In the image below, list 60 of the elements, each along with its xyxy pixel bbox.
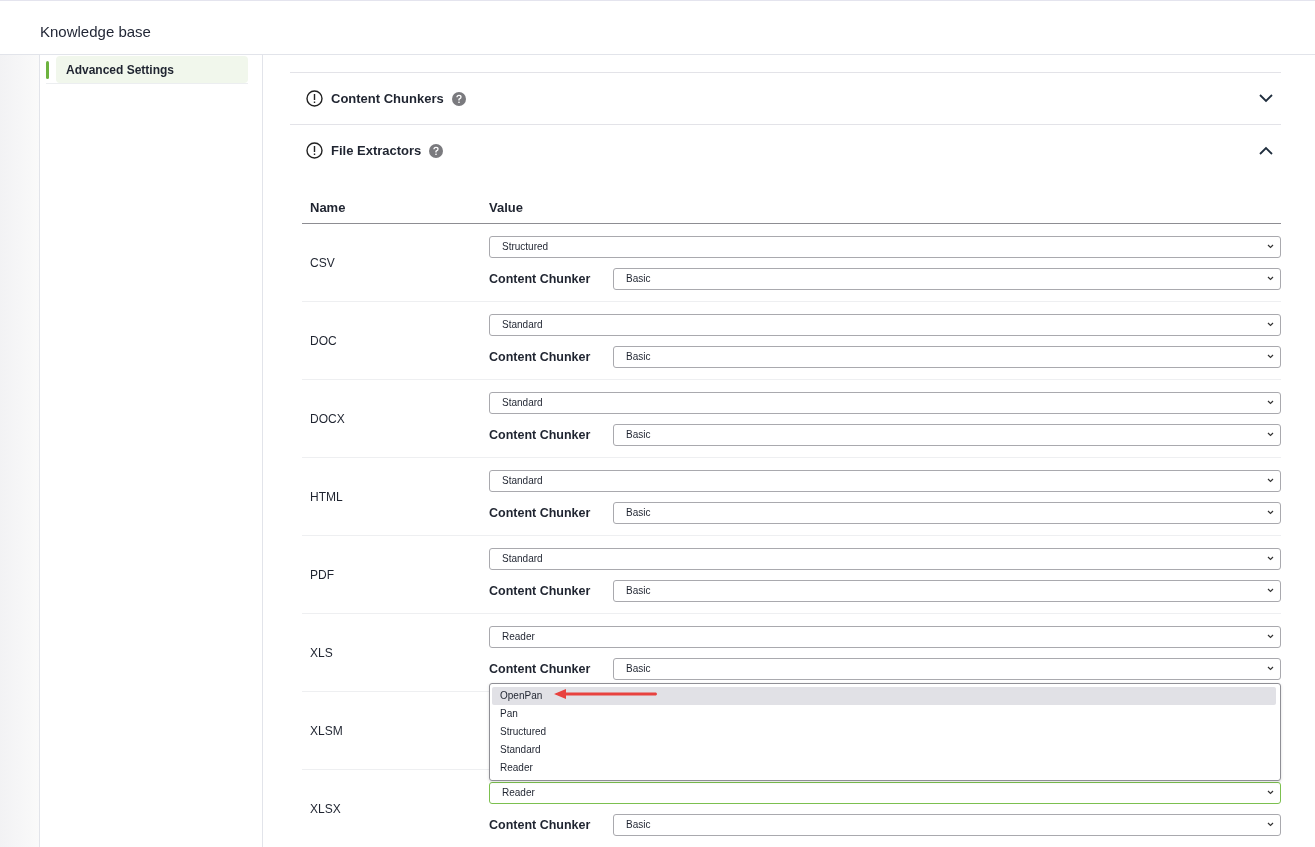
extractor-select[interactable]: Structured — [489, 235, 1281, 258]
chunker-select[interactable]: Basic — [613, 579, 1281, 602]
column-header: Value — [488, 199, 524, 215]
alert-icon — [306, 142, 323, 159]
table-cell-text: CSV — [309, 255, 336, 270]
section-title: File Extractors — [331, 143, 422, 158]
field-label: Content Chunker — [489, 349, 592, 364]
sidebar-item[interactable]: Advanced Settings — [56, 56, 248, 83]
field-label: Content Chunker — [489, 505, 592, 520]
chunker-select[interactable]: Basic — [613, 345, 1281, 368]
dropdown-option[interactable]: Reader — [492, 758, 1276, 777]
page-title: Knowledge base — [40, 22, 151, 40]
caret-icon — [1267, 510, 1274, 515]
dropdown-option[interactable]: Structured — [492, 722, 1276, 741]
table-cell-text: XLS — [309, 645, 334, 660]
chunker-select[interactable]: Basic — [613, 657, 1281, 680]
table-cell-text: HTML — [309, 489, 344, 504]
extractor-select[interactable]: Standard — [489, 313, 1281, 336]
caret-icon — [1267, 556, 1274, 561]
caret-icon — [1267, 822, 1274, 827]
caret-icon — [1267, 276, 1274, 281]
caret-icon — [1267, 790, 1274, 795]
dropdown-option[interactable]: OpenPan — [492, 686, 1276, 705]
dropdown-option[interactable]: Standard — [492, 740, 1276, 759]
field-label: Content Chunker — [489, 271, 592, 286]
extractor-select[interactable]: Standard — [489, 391, 1281, 414]
chevron-up-icon[interactable] — [1259, 146, 1273, 155]
field-label: Content Chunker — [489, 817, 592, 832]
caret-icon — [1267, 400, 1274, 405]
help-icon[interactable] — [429, 143, 444, 158]
chunker-select[interactable]: Basic — [613, 813, 1281, 836]
help-icon[interactable] — [451, 91, 466, 106]
extractor-select[interactable]: Standard — [489, 469, 1281, 492]
caret-icon — [1267, 322, 1274, 327]
table-cell-text: DOCX — [309, 411, 346, 426]
caret-icon — [1267, 588, 1274, 593]
alert-icon — [306, 90, 323, 107]
caret-icon — [1267, 666, 1274, 671]
caret-icon — [1267, 432, 1274, 437]
column-header: Name — [309, 199, 347, 215]
field-label: Content Chunker — [489, 661, 592, 676]
caret-icon — [1267, 634, 1274, 639]
field-label: Content Chunker — [489, 427, 592, 442]
extractor-select[interactable]: Reader — [489, 625, 1281, 648]
extractor-select[interactable]: Reader — [489, 781, 1281, 804]
section-title: Content Chunkers — [331, 91, 444, 106]
table-cell-text: XLSM — [309, 723, 344, 738]
chunker-select[interactable]: Basic — [613, 423, 1281, 446]
table-cell-text: PDF — [309, 567, 335, 582]
chunker-select[interactable]: Basic — [613, 267, 1281, 290]
chevron-down-icon[interactable] — [1259, 94, 1273, 103]
caret-icon — [1267, 354, 1274, 359]
caret-icon — [1267, 478, 1274, 483]
dropdown-option[interactable]: Pan — [492, 704, 1276, 723]
table-cell-text: XLSX — [309, 801, 342, 816]
caret-icon — [1267, 244, 1274, 249]
chunker-select[interactable]: Basic — [613, 501, 1281, 524]
field-label: Content Chunker — [489, 583, 592, 598]
extractor-select[interactable]: Standard — [489, 547, 1281, 570]
table-cell-text: DOC — [309, 333, 338, 348]
